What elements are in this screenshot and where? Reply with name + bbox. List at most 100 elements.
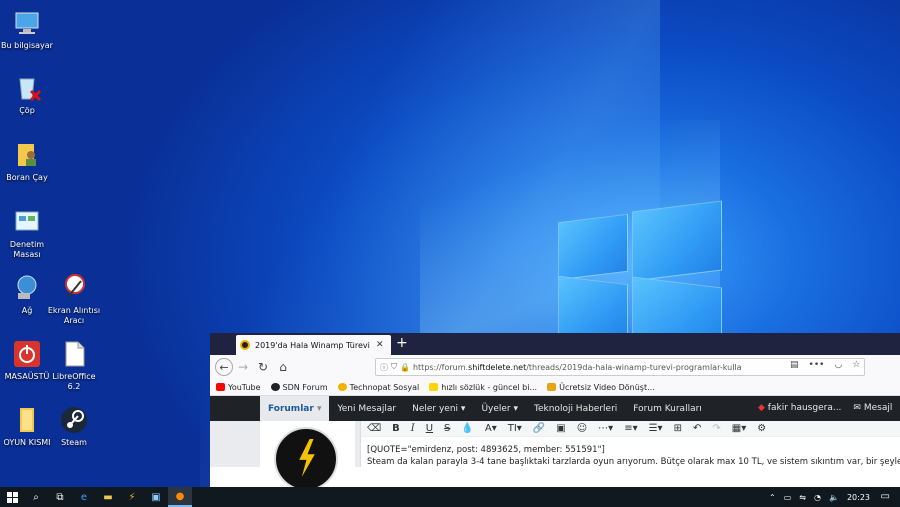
- smiley-icon[interactable]: ☺: [577, 423, 587, 434]
- sozluk-icon: [429, 383, 439, 391]
- nav-neler-yeni[interactable]: Neler yeni ▾: [404, 404, 473, 414]
- font-size-icon[interactable]: TI▾: [508, 423, 522, 434]
- desktop-icon-libreoffice[interactable]: LibreOffice 6.2: [47, 339, 101, 392]
- lock-icon: 🔒: [400, 362, 410, 372]
- list-icon[interactable]: ☰▾: [649, 423, 663, 434]
- settings-gear-icon[interactable]: ⚙: [757, 423, 766, 434]
- navigation-bar: ← → ↻ ⌂ ⓘ ⛉ 🔒 https://forum.shiftdelete.…: [210, 355, 900, 379]
- clock[interactable]: 20:23: [847, 493, 870, 502]
- messages-link[interactable]: ✉ Mesajl: [853, 403, 892, 413]
- italic-icon[interactable]: I: [411, 423, 415, 434]
- nav-teknoloji-haberleri[interactable]: Teknoloji Haberleri: [526, 404, 625, 414]
- computer-icon: [12, 8, 42, 38]
- desktop-icon-recycle-bin[interactable]: Çöp: [0, 73, 54, 116]
- undo-icon[interactable]: ↶: [693, 423, 701, 434]
- recycle-bin-icon: [12, 73, 42, 103]
- link-icon[interactable]: 🔗: [533, 423, 545, 434]
- wifi-icon[interactable]: ◔: [814, 493, 821, 502]
- control-panel-icon: [12, 207, 42, 237]
- power-app-icon: [12, 339, 42, 369]
- pocket-icon[interactable]: ◡: [834, 360, 842, 370]
- home-icon[interactable]: ⌂: [273, 357, 293, 377]
- desktop-icon-oyun-kismi[interactable]: OYUN KISMI: [0, 405, 54, 448]
- desktop-icon-network[interactable]: Ağ: [0, 273, 54, 316]
- folder-icon: [12, 405, 42, 435]
- user-folder-icon: [12, 140, 42, 170]
- desktop-icon-this-pc[interactable]: Bu bilgisayar: [0, 8, 54, 51]
- image-icon[interactable]: ▣: [556, 423, 565, 434]
- page-content: ⌫ B I U S 💧 A▾ TI▾ 🔗 ▣ ☺ ⋯▾ ≡▾ ☰▾ ⊞ ↶ ↷ …: [210, 421, 900, 487]
- notification-center-icon[interactable]: ▭: [881, 491, 890, 502]
- tab-title: 2019'da Hala Winamp Türevi Pr: [255, 340, 370, 350]
- desktop-icon-snipping-tool[interactable]: Ekran Alıntısı Aracı: [47, 273, 101, 326]
- close-tab-icon[interactable]: ✕: [376, 340, 384, 350]
- editor-toolbar: ⌫ B I U S 💧 A▾ TI▾ 🔗 ▣ ☺ ⋯▾ ≡▾ ☰▾ ⊞ ↶ ↷ …: [361, 421, 900, 437]
- technopat-icon: [337, 383, 347, 391]
- bookmark-technopat[interactable]: Technopat Sosyal: [337, 383, 419, 392]
- more-options-icon[interactable]: ⋯▾: [598, 423, 613, 434]
- site-favicon-icon: [240, 340, 250, 350]
- new-tab-icon[interactable]: +: [396, 335, 408, 351]
- usb-icon[interactable]: ⇋: [799, 493, 806, 502]
- task-view-icon[interactable]: ⧉: [48, 487, 72, 507]
- desktop-icon-masaustu[interactable]: MASAÜSTÜ: [0, 339, 54, 382]
- forward-arrow-icon[interactable]: →: [233, 357, 253, 377]
- search-icon[interactable]: ⌕: [24, 487, 48, 507]
- desktop-icon-user-folder[interactable]: Boran Çay: [0, 140, 54, 183]
- shield-icon[interactable]: ⛉: [391, 362, 397, 372]
- nav-uyeler[interactable]: Üyeler ▾: [473, 404, 526, 414]
- align-icon[interactable]: ≡▾: [624, 423, 637, 434]
- desktop-icon-control-panel[interactable]: Denetim Masası: [0, 207, 54, 260]
- bookmark-video-donusturucu[interactable]: Ücretsiz Video Dönüşt...: [547, 383, 655, 392]
- show-hidden-icons-icon[interactable]: ⌃: [769, 493, 776, 502]
- user-avatar-icon: ◆: [758, 403, 765, 413]
- drafts-icon[interactable]: ▦▾: [732, 423, 746, 434]
- site-navigation: Forumlar ▾ Yeni Mesajlar Neler yeni ▾ Üy…: [210, 396, 900, 421]
- user-avatar-panel: [260, 421, 355, 487]
- browser-tab[interactable]: 2019'da Hala Winamp Türevi Pr ✕: [236, 335, 391, 355]
- table-icon[interactable]: ⊞: [674, 423, 682, 434]
- taskbar: ⌕ ⧉ e ▬ ⚡ ▣ ● ⌃ ▭ ⇋ ◔ 🔈 20:23 ▭: [0, 487, 900, 507]
- nav-forumlar[interactable]: Forumlar ▾: [260, 396, 330, 421]
- file-explorer-icon[interactable]: ▬: [96, 487, 120, 507]
- reply-editor[interactable]: ⌫ B I U S 💧 A▾ TI▾ 🔗 ▣ ☺ ⋯▾ ≡▾ ☰▾ ⊞ ↶ ↷ …: [360, 421, 900, 467]
- strikethrough-icon[interactable]: S: [444, 423, 450, 434]
- steam-icon: [59, 405, 89, 435]
- bookmark-star-icon[interactable]: ☆: [852, 360, 860, 370]
- url-text: https://forum.shiftdelete.net/threads/20…: [412, 362, 742, 372]
- edge-browser-icon[interactable]: e: [72, 487, 96, 507]
- eraser-icon[interactable]: ⌫: [367, 423, 381, 434]
- system-tray: ⌃ ▭ ⇋ ◔ 🔈 20:23: [769, 487, 870, 507]
- bookmark-sdn-forum[interactable]: SDN Forum: [270, 383, 328, 392]
- winamp-icon[interactable]: ⚡: [120, 487, 144, 507]
- color-icon[interactable]: 💧: [461, 423, 473, 434]
- firefox-icon[interactable]: ●: [168, 487, 192, 507]
- avatar[interactable]: [274, 427, 338, 487]
- bookmark-youtube[interactable]: YouTube: [216, 383, 261, 392]
- bookmarks-bar: YouTube SDN Forum Technopat Sosyal hızlı…: [210, 379, 900, 396]
- bookmark-sozluk[interactable]: hızlı sözlük - güncel bi...: [429, 383, 537, 392]
- store-icon[interactable]: ▣: [144, 487, 168, 507]
- document-icon: [59, 339, 89, 369]
- back-arrow-icon[interactable]: ←: [215, 358, 233, 376]
- redo-icon[interactable]: ↷: [712, 423, 720, 434]
- snipping-tool-icon: [59, 273, 89, 303]
- more-actions-icon[interactable]: •••: [809, 360, 825, 370]
- browser-window: 2019'da Hala Winamp Türevi Pr ✕ + ← → ↻ …: [210, 333, 900, 487]
- bold-icon[interactable]: B: [392, 423, 400, 434]
- editor-text-area[interactable]: [QUOTE="emirdenz, post: 4893625, member:…: [361, 437, 900, 468]
- user-menu[interactable]: ◆ fakir hausgera...: [758, 403, 841, 413]
- info-icon[interactable]: ⓘ: [380, 362, 388, 373]
- font-family-icon[interactable]: A▾: [485, 423, 497, 434]
- battery-icon[interactable]: ▭: [784, 493, 792, 502]
- underline-icon[interactable]: U: [426, 423, 433, 434]
- volume-icon[interactable]: 🔈: [829, 493, 839, 502]
- desktop-icon-steam[interactable]: Steam: [47, 405, 101, 448]
- nav-forum-kurallari[interactable]: Forum Kuralları: [625, 404, 709, 414]
- reload-icon[interactable]: ↻: [253, 357, 273, 377]
- sdn-icon: [270, 383, 280, 391]
- reader-view-icon[interactable]: ▤: [790, 360, 799, 370]
- nav-yeni-mesajlar[interactable]: Yeni Mesajlar: [329, 404, 404, 414]
- envelope-icon: ✉: [853, 403, 861, 413]
- start-windows-icon[interactable]: [0, 487, 24, 507]
